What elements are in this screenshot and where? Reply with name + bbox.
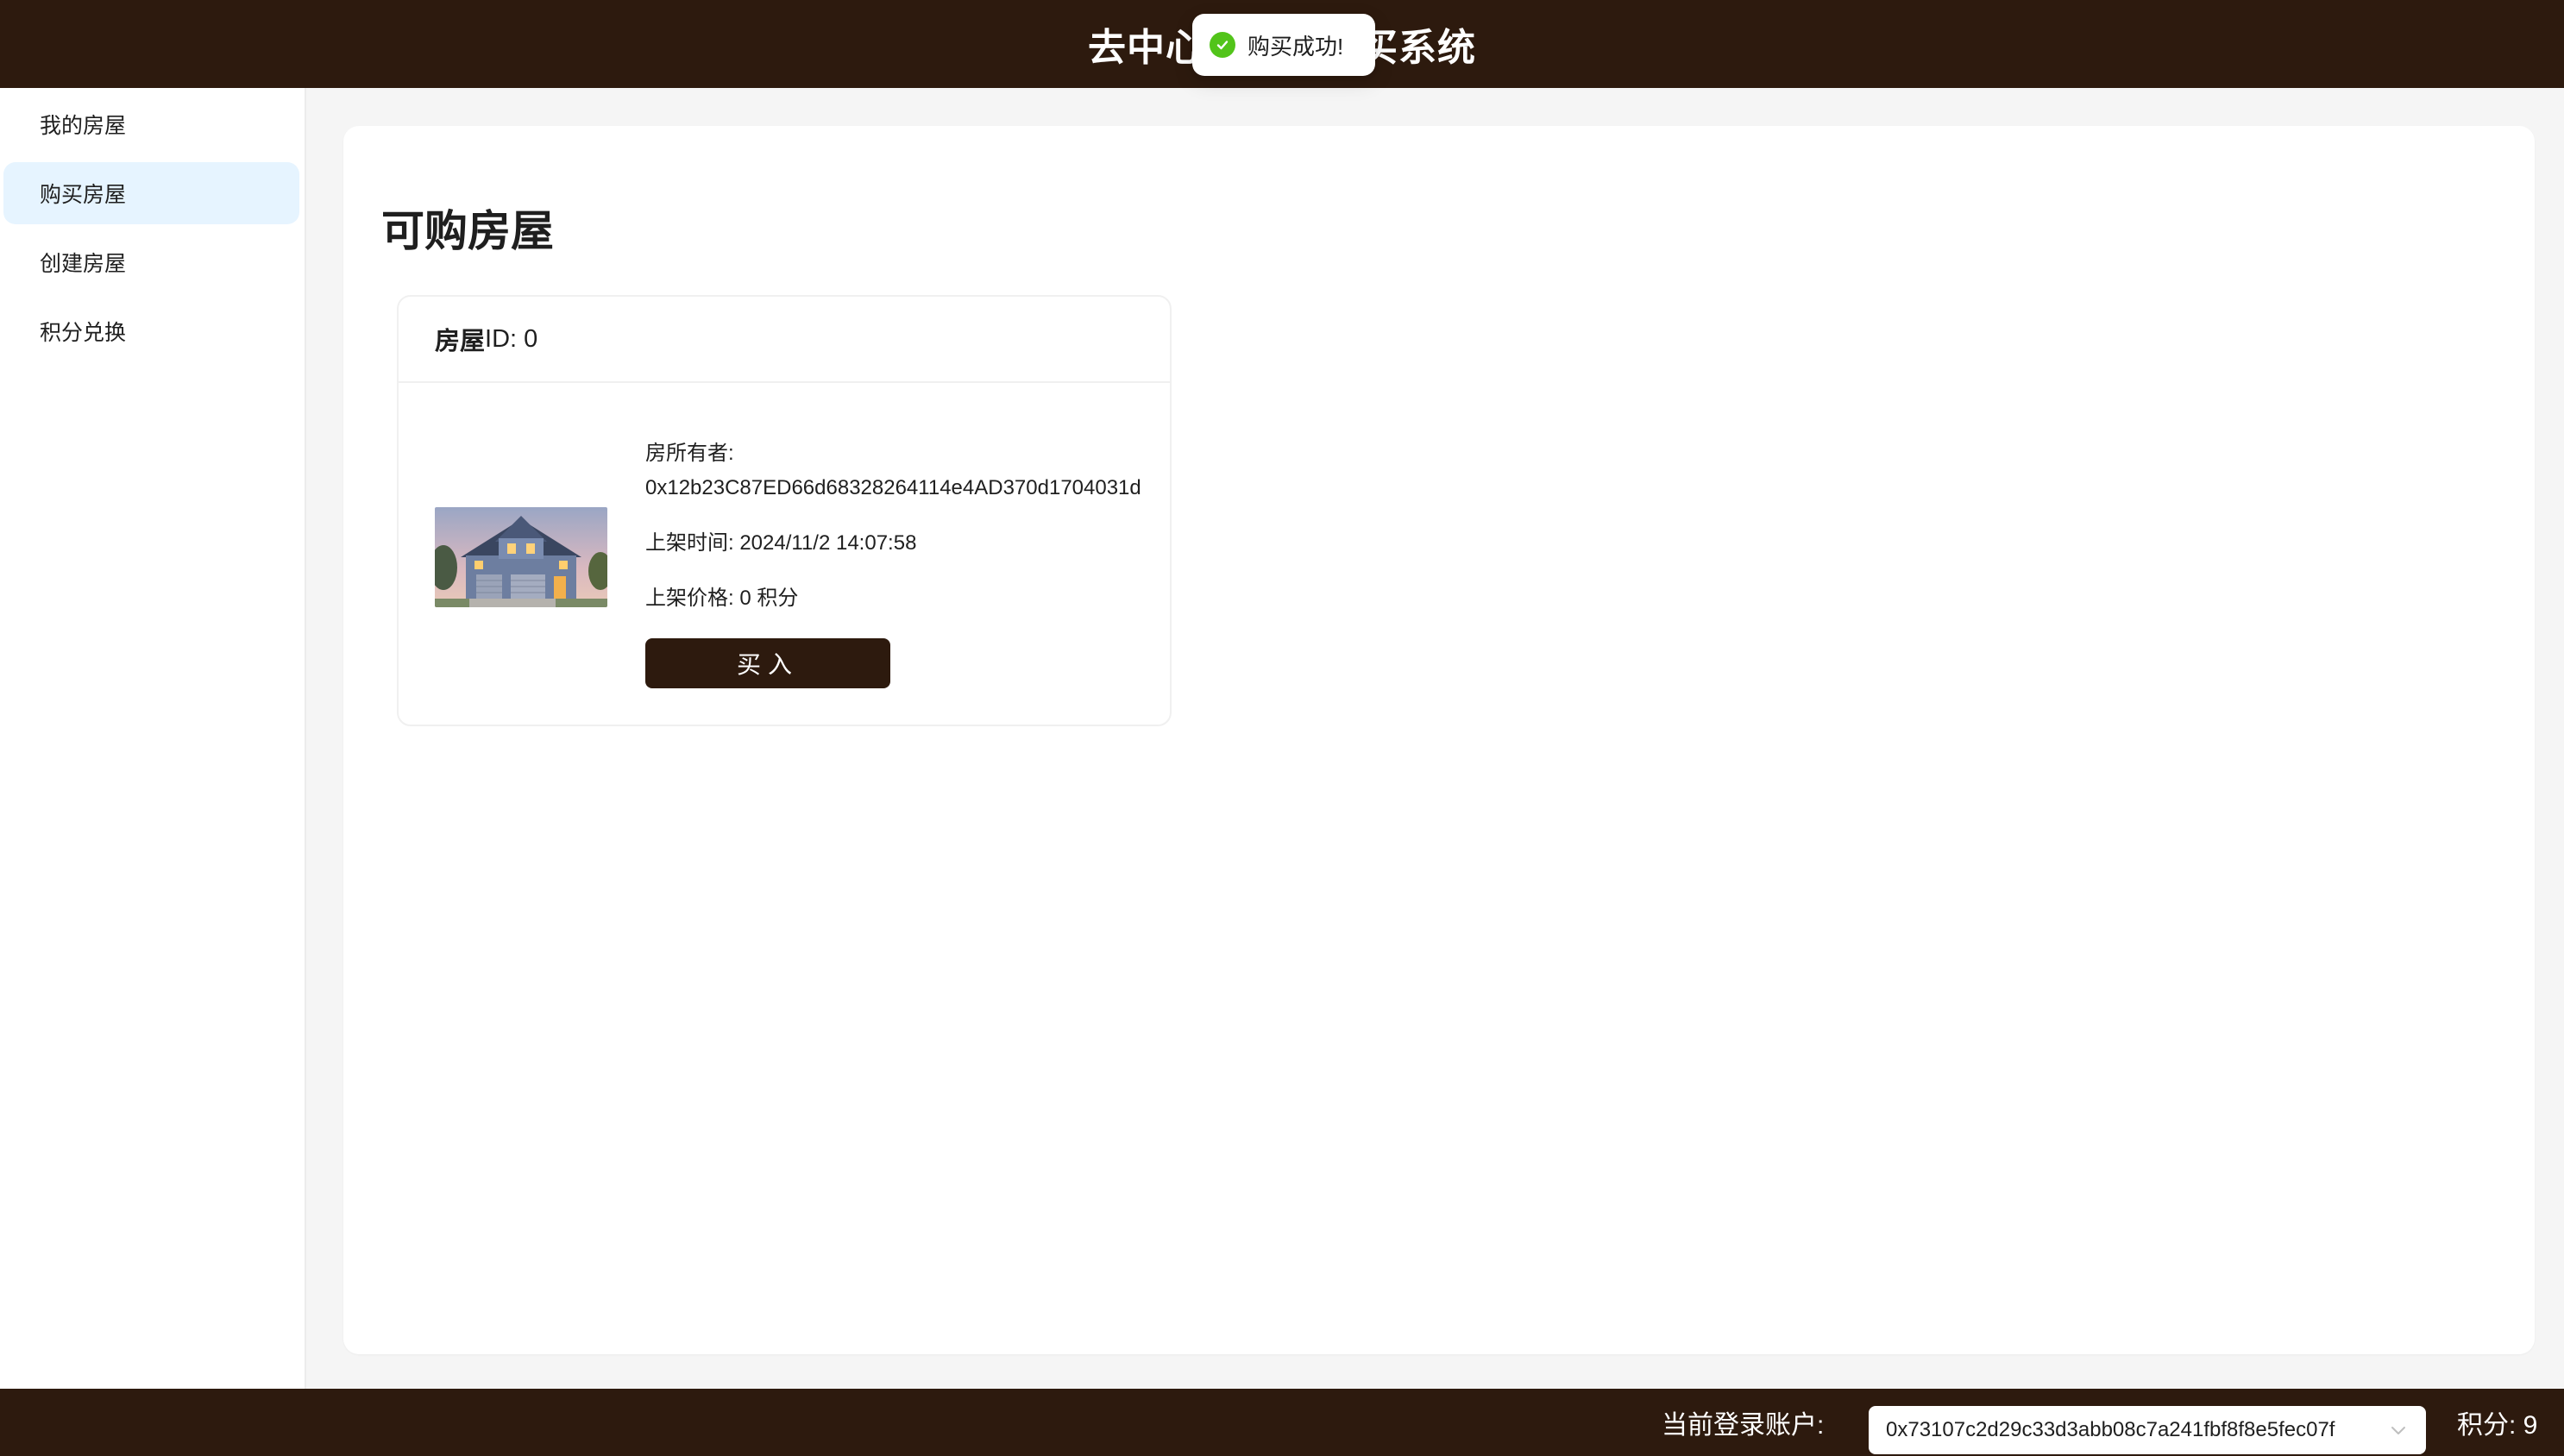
success-toast: 购买成功!	[1192, 14, 1375, 76]
owner-label: 房所有者:	[645, 442, 734, 465]
sidebar-item-label: 购买房屋	[40, 183, 127, 207]
listed-price: 上架价格: 0 积分	[645, 587, 799, 610]
account-label: 当前登录账户:	[1662, 1411, 1825, 1440]
sidebar-item-points-exchange[interactable]: 积分兑换	[3, 300, 299, 362]
house-image	[435, 507, 607, 607]
sidebar-item-label: 积分兑换	[40, 321, 127, 345]
listed-time: 上架时间: 2024/11/2 14:07:58	[645, 531, 917, 555]
chevron-down-icon	[2388, 1420, 2409, 1440]
sidebar-item-my-houses[interactable]: 我的房屋	[3, 93, 299, 155]
sidebar-item-create-house[interactable]: 创建房屋	[3, 231, 299, 293]
house-info: 房所有者: 0x12b23C87ED66d68328264114e4AD370d…	[645, 436, 1163, 616]
main-content: 可购房屋 房屋 ID: 0 房所有者: 0x12b23C87ED66d68328…	[343, 126, 2535, 1354]
house-id-value: ID: 0	[485, 324, 538, 353]
toast-message: 购买成功!	[1247, 33, 1344, 60]
account-value: 0x73107c2d29c33d3abb08c7a241fbf8f8e5fec0…	[1886, 1418, 2335, 1441]
sidebar: 我的房屋 购买房屋 创建房屋 积分兑换	[0, 88, 306, 1389]
points-display: 积分: 9	[2457, 1411, 2538, 1440]
house-card-body: 房所有者: 0x12b23C87ED66d68328264114e4AD370d…	[399, 383, 1170, 725]
sidebar-item-label: 我的房屋	[40, 114, 127, 138]
owner-address: 0x12b23C87ED66d68328264114e4AD370d170403…	[645, 476, 1141, 499]
buy-button[interactable]: 买入	[645, 638, 890, 688]
check-circle-icon	[1210, 32, 1235, 58]
house-card: 房屋 ID: 0 房所有者: 0x12b23C87ED66d6832826411…	[397, 295, 1172, 726]
account-select[interactable]: 0x73107c2d29c33d3abb08c7a241fbf8f8e5fec0…	[1869, 1406, 2426, 1454]
page-title: 可购房屋	[381, 207, 554, 255]
sidebar-item-label: 创建房屋	[40, 252, 127, 276]
sidebar-item-buy-houses[interactable]: 购买房屋	[3, 162, 299, 224]
app-footer: 当前登录账户: 0x73107c2d29c33d3abb08c7a241fbf8…	[0, 1389, 2564, 1456]
house-card-header: 房屋 ID: 0	[399, 297, 1170, 383]
house-id-label: 房屋	[435, 328, 486, 355]
